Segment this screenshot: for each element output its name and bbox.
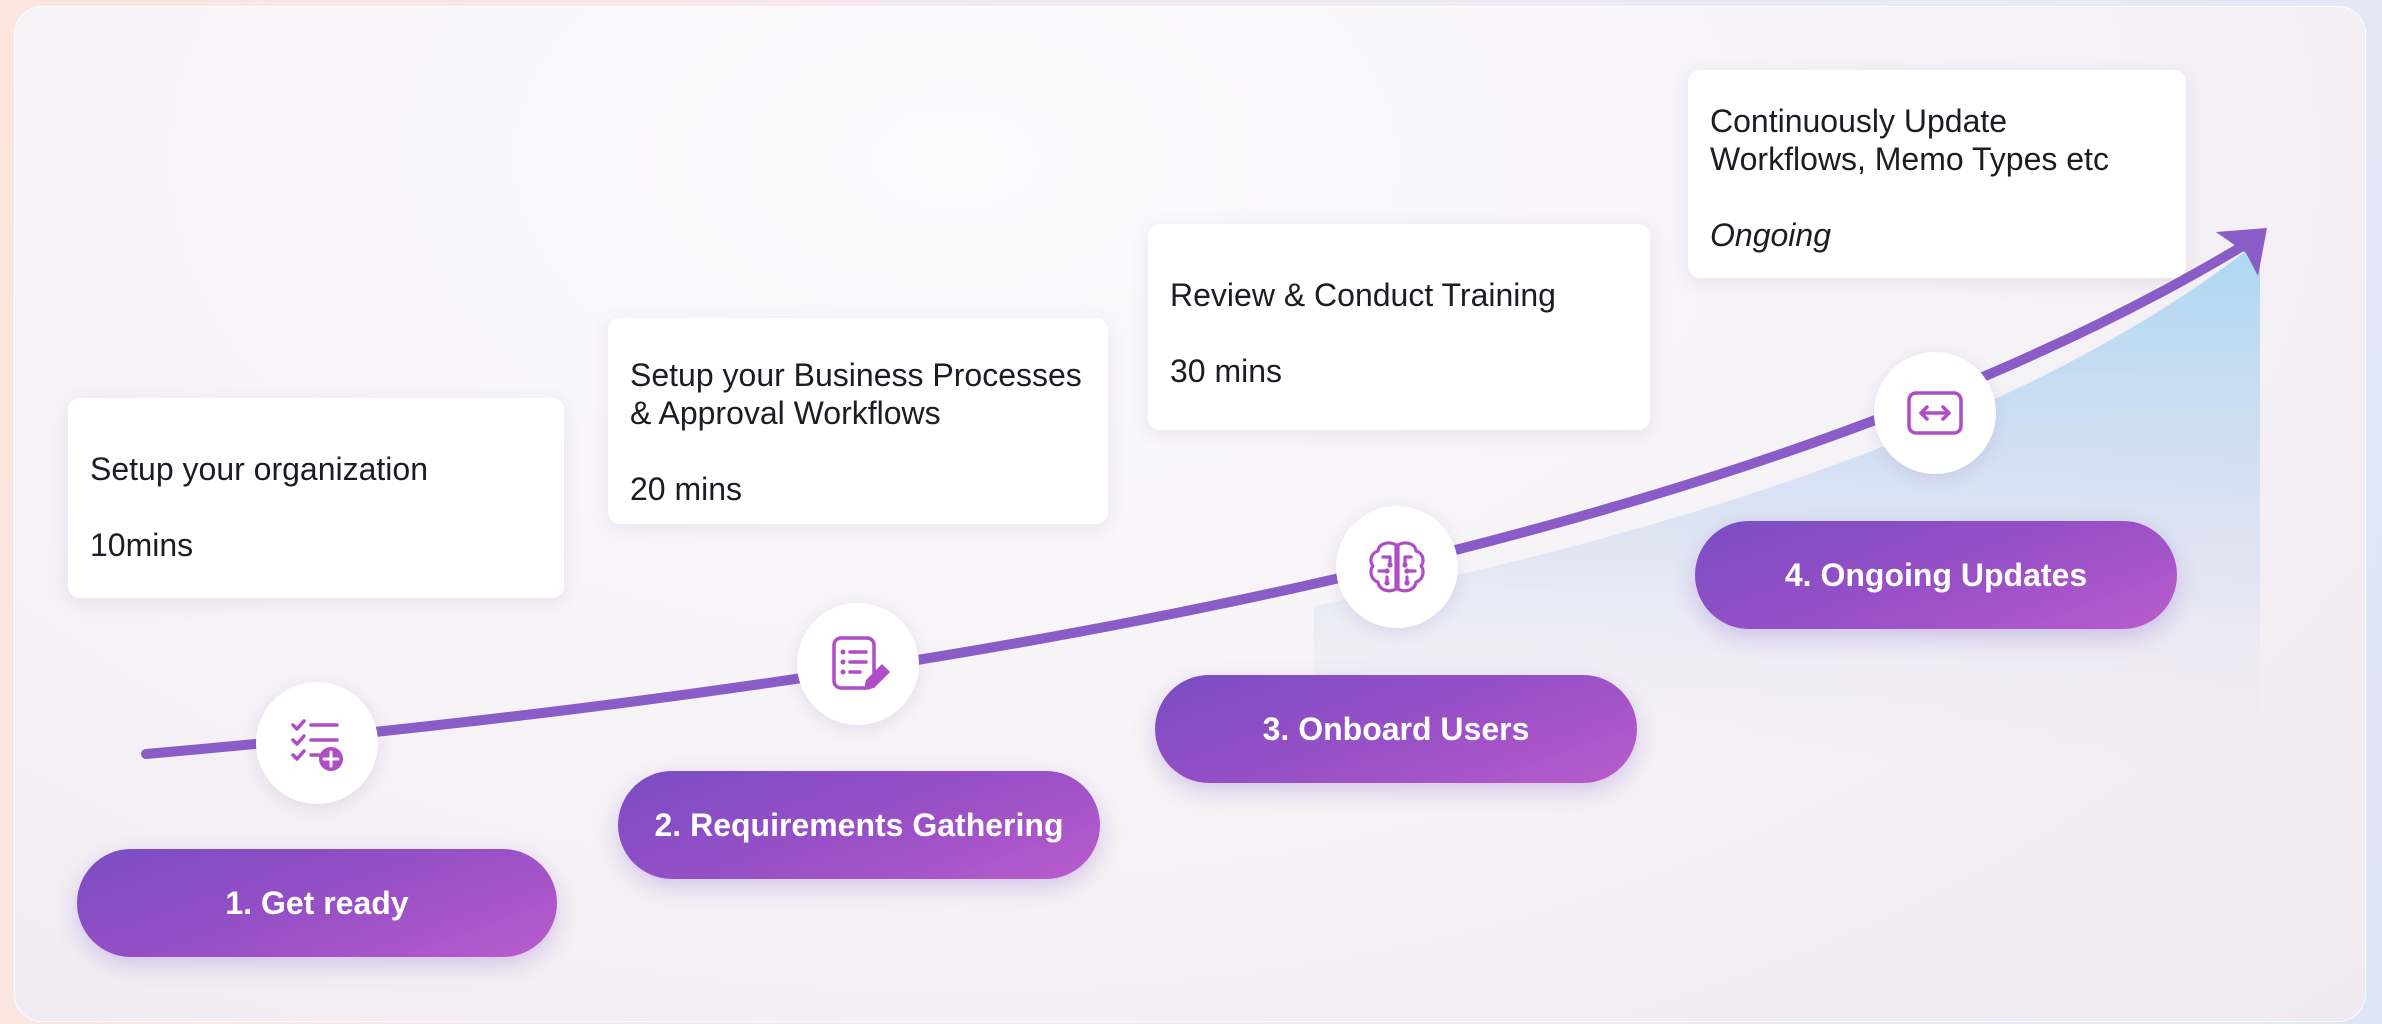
step-3-pill: 3. Onboard Users	[1155, 675, 1637, 783]
step-2-title: Setup your Business Processes & Approval…	[630, 357, 1082, 431]
document-edit-icon	[832, 636, 890, 690]
roadmap-panel: Setup your organization 10mins 1. Get re…	[14, 6, 2366, 1022]
step-2-card: Setup your Business Processes & Approval…	[608, 318, 1108, 524]
step-1-label: 1. Get ready	[225, 884, 409, 921]
step-1-pill: 1. Get ready	[77, 849, 557, 957]
step-2-label: 2. Requirements Gathering	[654, 806, 1064, 843]
arrows-expand-icon	[1907, 391, 1963, 435]
step-3-duration: 30 mins	[1170, 353, 1283, 389]
step-4-card: Continuously Update Workflows, Memo Type…	[1688, 70, 2186, 278]
step-3-title: Review & Conduct Training	[1170, 277, 1556, 313]
step-4-label: 4. Ongoing Updates	[1784, 556, 2088, 593]
step-1-title: Setup your organization	[90, 451, 428, 487]
step-1-duration: 10mins	[90, 527, 194, 563]
step-1-card: Setup your organization 10mins	[68, 398, 564, 598]
step-4-duration: Ongoing	[1710, 217, 1831, 253]
step-2-duration: 20 mins	[630, 471, 743, 507]
step-4-pill: 4. Ongoing Updates	[1695, 521, 2177, 629]
step-3-label: 3. Onboard Users	[1262, 710, 1530, 747]
step-4-title: Continuously Update Workflows, Memo Type…	[1710, 103, 2109, 177]
step-3-card: Review & Conduct Training 30 mins	[1148, 224, 1650, 430]
step-2-pill: 2. Requirements Gathering	[618, 771, 1100, 879]
step-4-node	[1874, 352, 1996, 474]
step-1-node	[256, 682, 378, 804]
step-3-node	[1336, 506, 1458, 628]
checklist-add-icon	[291, 719, 343, 771]
step-2-node	[797, 603, 919, 725]
brain-icon	[1369, 541, 1425, 593]
